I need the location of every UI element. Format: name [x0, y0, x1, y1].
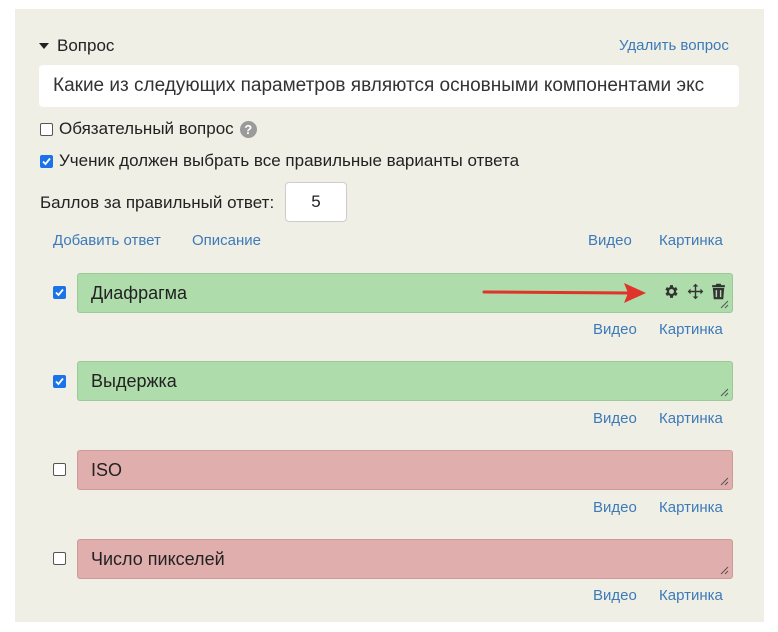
answer-4-video-link[interactable]: Видео: [593, 587, 637, 604]
answer-3-picture-link[interactable]: Картинка: [659, 499, 723, 516]
help-icon[interactable]: ?: [239, 120, 257, 138]
all-correct-row: Ученик должен выбрать все правильные вар…: [40, 151, 519, 171]
resize-handle-icon[interactable]: [720, 477, 729, 486]
required-label: Обязательный вопрос: [59, 119, 234, 138]
required-checkbox[interactable]: [40, 122, 53, 136]
trash-icon[interactable]: [711, 283, 726, 300]
answer-1-tools: [663, 283, 726, 300]
question-text-input[interactable]: Какие из следующих параметров являются о…: [39, 65, 739, 107]
caret-down-icon[interactable]: [39, 43, 49, 49]
answer-2-field[interactable]: Выдержка: [77, 361, 733, 401]
answer-2-video-link[interactable]: Видео: [593, 410, 637, 427]
question-title: Вопрос: [57, 36, 115, 55]
answer-4-field[interactable]: Число пикселей: [77, 539, 733, 579]
move-icon[interactable]: [687, 283, 704, 300]
add-answer-link[interactable]: Добавить ответ: [53, 232, 161, 249]
answer-3-video-link[interactable]: Видео: [593, 499, 637, 516]
all-correct-checkbox[interactable]: [40, 154, 53, 168]
description-link[interactable]: Описание: [192, 232, 261, 249]
resize-handle-icon[interactable]: [720, 566, 729, 575]
video-link[interactable]: Видео: [588, 232, 632, 249]
answer-2-text: Выдержка: [91, 371, 177, 391]
answer-4-picture-link[interactable]: Картинка: [659, 587, 723, 604]
points-label: Баллов за правильный ответ:: [40, 193, 275, 212]
answer-3-checkbox[interactable]: [53, 463, 66, 476]
all-correct-label: Ученик должен выбрать все правильные вар…: [59, 151, 520, 170]
delete-question-link[interactable]: Удалить вопрос: [619, 37, 729, 54]
answer-2-picture-link[interactable]: Картинка: [659, 410, 723, 427]
resize-handle-icon[interactable]: [720, 388, 729, 397]
answer-1-text: Диафрагма: [91, 283, 188, 303]
picture-link[interactable]: Картинка: [659, 232, 723, 249]
required-row: Обязательный вопрос ?: [40, 119, 257, 139]
answer-3-text: ISO: [91, 460, 123, 480]
answer-1-checkbox[interactable]: [53, 286, 66, 299]
answer-4-text: Число пикселей: [91, 549, 225, 569]
resize-handle-icon[interactable]: [720, 300, 729, 309]
red-arrow-icon: [482, 283, 646, 303]
answer-1-picture-link[interactable]: Картинка: [659, 321, 723, 338]
answer-2-checkbox[interactable]: [53, 375, 66, 388]
answer-3-field[interactable]: ISO: [77, 450, 733, 490]
points-input[interactable]: 5: [285, 182, 347, 222]
answer-4-checkbox[interactable]: [53, 552, 66, 565]
answer-1-video-link[interactable]: Видео: [593, 321, 637, 338]
question-header[interactable]: Вопрос: [39, 36, 114, 56]
gear-icon[interactable]: [663, 283, 680, 300]
question-panel: Вопрос Удалить вопрос Какие из следующих…: [15, 9, 764, 622]
